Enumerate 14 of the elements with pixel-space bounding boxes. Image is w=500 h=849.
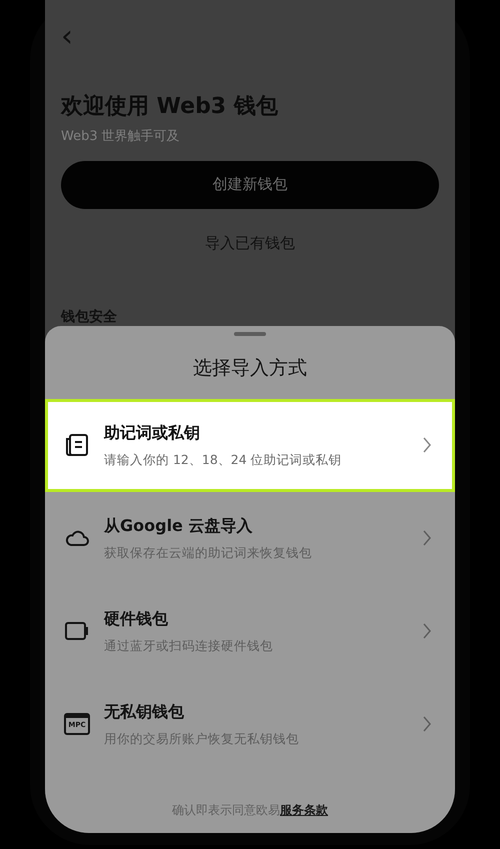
import-option[interactable]: 从Google 云盘导入 获取保存在云端的助记词来恢复钱包 bbox=[45, 492, 455, 584]
page-subtitle: Web3 世界触手可及 bbox=[61, 128, 181, 146]
drag-handle[interactable] bbox=[234, 332, 266, 336]
terms-link[interactable]: 服务条款 bbox=[280, 803, 328, 817]
chevron-right-icon bbox=[422, 436, 432, 454]
create-wallet-button[interactable]: 创建新钱包 bbox=[61, 160, 439, 208]
import-option[interactable]: 硬件钱包 通过蓝牙或扫码连接硬件钱包 bbox=[45, 584, 455, 678]
import-option[interactable]: 助记词或私钥 请输入你的 12、18、24 位助记词或私钥 bbox=[45, 398, 455, 492]
chevron-right-icon bbox=[422, 715, 432, 733]
chevron-right-icon bbox=[422, 529, 432, 547]
chevron-right-icon bbox=[422, 622, 432, 640]
terms-text: 确认即表示同意欧易 bbox=[172, 803, 280, 817]
sheet-title: 选择导入方式 bbox=[192, 356, 308, 381]
document-icon bbox=[64, 432, 90, 458]
